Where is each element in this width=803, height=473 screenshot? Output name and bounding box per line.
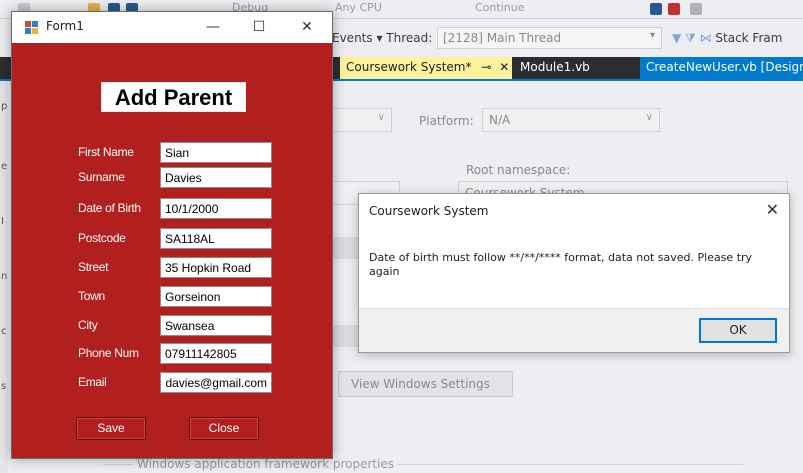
vs-left-strip: peIncs: [0, 81, 8, 473]
continue-button[interactable]: Continue: [475, 1, 524, 14]
configuration-combo[interactable]: ∨: [330, 108, 392, 132]
tab-label: CreateNewUser.vb [Design]: [646, 60, 803, 74]
date-of-birth-label: Date of Birth: [78, 201, 141, 215]
pause-icon[interactable]: [650, 3, 662, 15]
stop-icon[interactable]: [668, 3, 680, 15]
view-windows-settings-button[interactable]: View Windows Settings: [338, 371, 513, 397]
first-name-input[interactable]: [160, 142, 272, 163]
date-of-birth-input[interactable]: [160, 198, 272, 219]
phone-num-label: Phone Num: [78, 346, 139, 360]
platform-label: Platform:: [419, 114, 474, 128]
app-framework-group-label: Windows application framework properties: [133, 457, 399, 471]
ok-button[interactable]: OK: [699, 318, 777, 343]
messagebox-message: Date of birth must follow **/**/**** for…: [369, 251, 753, 278]
city-label: City: [78, 318, 98, 332]
city-input[interactable]: [160, 315, 272, 336]
minimize-button[interactable]: —: [190, 12, 236, 43]
postcode-input[interactable]: [160, 228, 272, 249]
pin-icon[interactable]: ⊸: [481, 60, 491, 74]
phone-num-input[interactable]: [160, 343, 272, 364]
form1-titlebar[interactable]: Form1 — ☐ ✕: [12, 12, 332, 43]
messagebox-footer: OK: [359, 308, 789, 352]
postcode-label: Postcode: [78, 231, 126, 245]
close-button[interactable]: ✕: [284, 12, 330, 43]
close-icon[interactable]: ✕: [499, 60, 509, 74]
street-label: Street: [78, 260, 109, 274]
chevron-down-icon: ▾: [649, 30, 655, 41]
section-strip: [330, 237, 358, 259]
maximize-button[interactable]: ☐: [236, 12, 282, 43]
surname-input[interactable]: [160, 167, 272, 188]
town-input[interactable]: [160, 286, 272, 307]
email-input[interactable]: [160, 372, 272, 393]
tab-label: Coursework System*: [346, 60, 472, 74]
form1-window: Form1 — ☐ ✕ Add Parent First Name Surnam…: [11, 11, 333, 459]
save-button[interactable]: Save: [76, 417, 146, 440]
close-icon[interactable]: ✕: [766, 200, 779, 219]
messagebox-titlebar[interactable]: Coursework System ✕: [359, 194, 789, 227]
events-dropdown[interactable]: Events ▾ Thread:: [332, 31, 432, 45]
close-form-button[interactable]: Close: [189, 417, 259, 440]
chevron-down-icon: ∨: [377, 112, 385, 123]
first-name-label: First Name: [78, 145, 134, 159]
thread-dropdown[interactable]: [2128] Main Thread ▾: [437, 27, 662, 49]
add-parent-heading-box: Add Parent: [101, 82, 246, 112]
filter-icon: ▼ ⧩ ⋈: [672, 31, 712, 45]
stack-frame-dropdown[interactable]: ▼ ⧩ ⋈ Stack Fram: [672, 31, 782, 46]
section-strip: [330, 325, 358, 347]
winforms-app-icon: [25, 21, 38, 34]
email-label: Email: [78, 375, 107, 389]
tab-coursework-system[interactable]: Coursework System* ⊸ ✕: [340, 57, 512, 79]
root-namespace-label: Root namespace:: [466, 163, 571, 177]
messagebox-title: Coursework System: [369, 204, 489, 218]
page-title: Add Parent: [114, 85, 233, 110]
form1-title: Form1: [46, 19, 84, 33]
town-label: Town: [78, 289, 105, 303]
chevron-down-icon: ∨: [645, 112, 653, 123]
platform-combo[interactable]: N/A ∨: [482, 108, 660, 132]
tab-module1[interactable]: Module1.vb: [514, 57, 596, 79]
restart-icon[interactable]: [690, 3, 702, 15]
platform-dropdown[interactable]: Any CPU: [335, 1, 382, 14]
surname-label: Surname: [78, 170, 125, 184]
tab-createnewuser-design[interactable]: CreateNewUser.vb [Design]: [640, 57, 803, 79]
tab-label: Module1.vb: [520, 60, 590, 74]
coursework-system-messagebox: Coursework System ✕ Date of birth must f…: [358, 193, 790, 353]
street-input[interactable]: [160, 257, 272, 278]
